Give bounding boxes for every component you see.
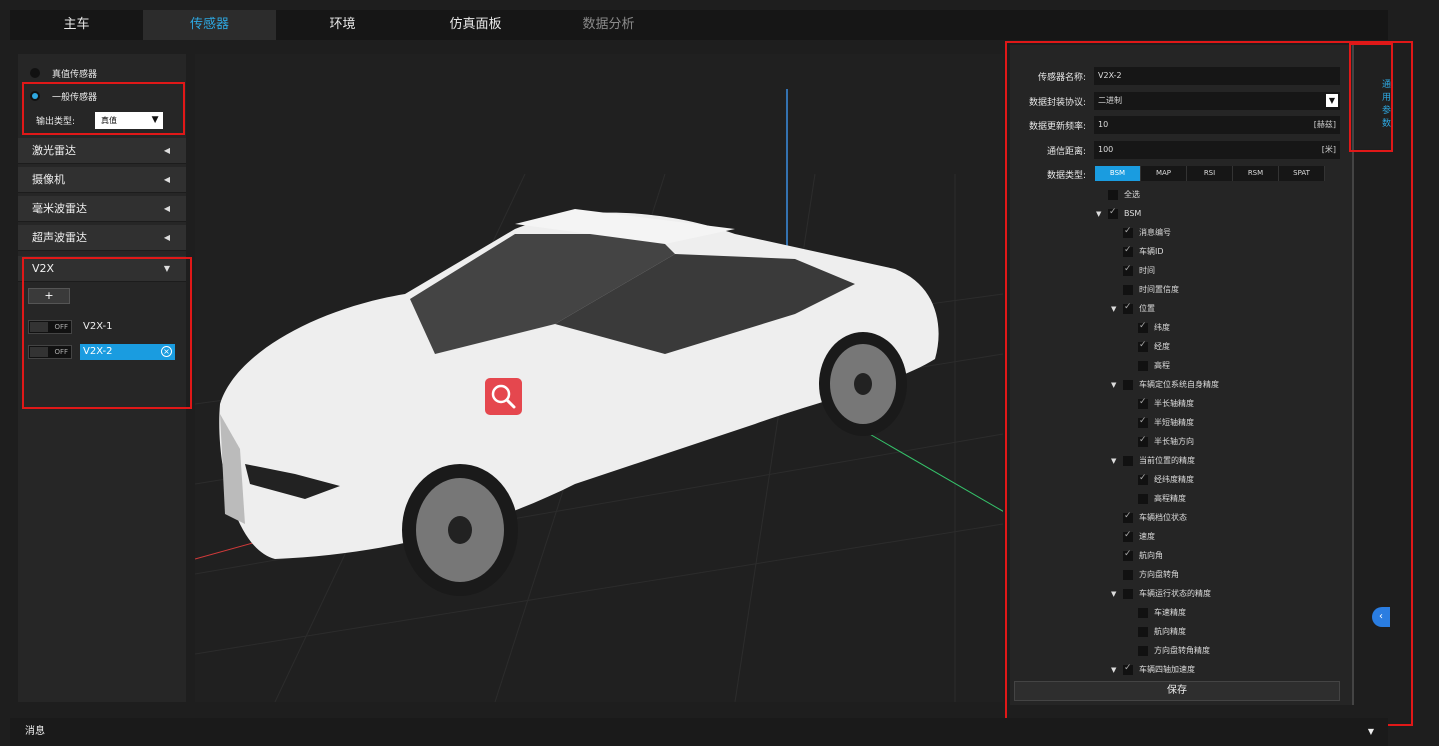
caret-left-icon: ◀	[163, 204, 170, 213]
search-icon[interactable]	[485, 378, 522, 415]
tab-environment[interactable]: 环境	[276, 10, 409, 40]
radio-true-label: 真值传感器	[52, 69, 98, 80]
top-tab-bar: 主车 传感器 环境 仿真面板 数据分析	[10, 10, 1388, 40]
tab-main-vehicle[interactable]: 主车	[10, 10, 143, 40]
message-label: 消息	[25, 726, 45, 737]
search-glyph	[491, 384, 516, 409]
highlight-box	[22, 82, 185, 135]
tab-data-analysis[interactable]: 数据分析	[542, 10, 675, 40]
app-window: 主车 传感器 环境 仿真面板 数据分析 真值传感器 一般传感器 输出类型: 真值…	[0, 0, 1439, 746]
caret-left-icon: ◀	[163, 175, 170, 184]
message-bar[interactable]: 消息 ▼	[10, 718, 1388, 746]
caret-left-icon: ◀	[163, 233, 170, 242]
tab-sensor[interactable]: 传感器	[143, 10, 276, 40]
caret-down-icon: ▼	[1367, 727, 1374, 736]
group-ultrasonic-radar[interactable]: 超声波雷达 ◀	[18, 225, 186, 251]
group-label: 毫米波雷达	[32, 202, 87, 215]
tab-simulation-panel[interactable]: 仿真面板	[409, 10, 542, 40]
3d-viewport[interactable]	[195, 54, 1003, 702]
car-model	[219, 209, 939, 596]
group-mmwave-radar[interactable]: 毫米波雷达 ◀	[18, 196, 186, 222]
radio-icon	[30, 68, 40, 78]
radio-true-sensor[interactable]: 真值传感器	[30, 64, 97, 82]
scene-render	[195, 89, 1003, 702]
highlight-box	[1349, 43, 1393, 152]
caret-left-icon: ◀	[163, 146, 170, 155]
group-lidar[interactable]: 激光雷达 ◀	[18, 138, 186, 164]
group-label: 激光雷达	[32, 144, 76, 157]
group-camera[interactable]: 摄像机 ◀	[18, 167, 186, 193]
highlight-box	[22, 257, 192, 409]
group-label: 摄像机	[32, 173, 65, 186]
group-label: 超声波雷达	[32, 231, 87, 244]
